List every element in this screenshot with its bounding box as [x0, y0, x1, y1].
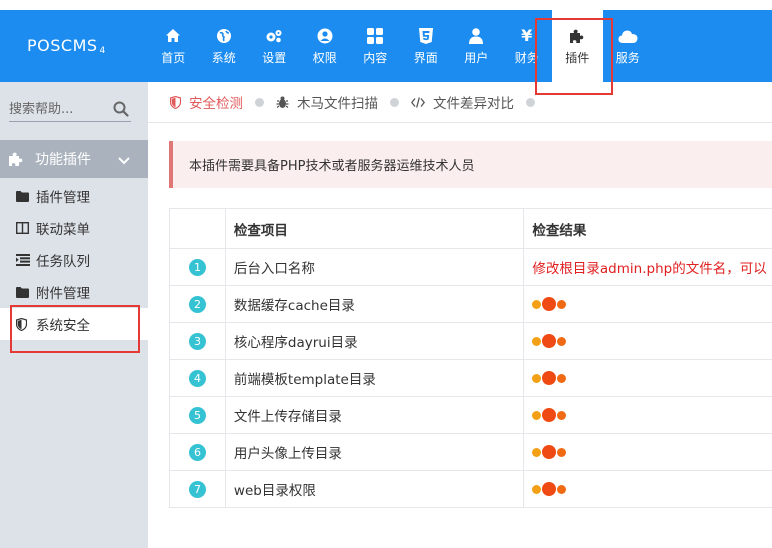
- highlight-box-nav: [535, 18, 613, 95]
- nav-settings[interactable]: 设置: [249, 10, 300, 82]
- header-num-cell: [170, 209, 226, 248]
- sidebar-item-label: 任务队列: [36, 254, 90, 270]
- chevron-down-icon: [118, 153, 130, 169]
- loading-spinner-icon: [532, 334, 567, 348]
- check-item: 后台入口名称: [226, 249, 525, 285]
- folder-icon: [16, 190, 30, 202]
- search-icon[interactable]: [113, 101, 129, 121]
- tab-label: 安全检测: [189, 96, 243, 112]
- cogs-icon: [264, 27, 284, 45]
- nav-system[interactable]: 系统: [199, 10, 250, 82]
- app-logo[interactable]: POSCMS 4: [27, 36, 106, 56]
- tab-bar: 安全检测 木马文件扫描 文件差异对比: [148, 82, 772, 123]
- sidebar-item-attachments[interactable]: 附件管理: [0, 276, 148, 308]
- loading-spinner-icon: [532, 445, 567, 459]
- check-result: [524, 286, 772, 322]
- user-icon: [466, 27, 486, 45]
- table-header: 检查项目 检查结果: [170, 209, 772, 249]
- loading-spinner-icon: [532, 297, 567, 311]
- columns-icon: [16, 222, 30, 234]
- table-row: 1 后台入口名称 修改根目录admin.php的文件名，可以: [170, 249, 772, 286]
- table-row: 3 核心程序dayrui目录: [170, 323, 772, 360]
- check-result: 修改根目录admin.php的文件名，可以: [532, 261, 767, 277]
- sidebar-item-plugin-manage[interactable]: 插件管理: [0, 180, 148, 212]
- nav-home[interactable]: 首页: [148, 10, 199, 82]
- row-number-badge: 4: [188, 369, 206, 387]
- sidebar-item-label: 附件管理: [36, 286, 90, 302]
- highlight-box-sidebar: [10, 305, 140, 353]
- sidebar-item-label: 联动菜单: [36, 222, 90, 238]
- loading-spinner-icon: [532, 482, 567, 496]
- html5-icon: [416, 27, 436, 45]
- tab-separator: [255, 97, 264, 107]
- row-number-badge: 6: [188, 443, 206, 461]
- check-item: 文件上传存储目录: [226, 397, 525, 433]
- sidebar-group-label: 功能插件: [35, 152, 91, 168]
- grid-icon: [365, 27, 385, 45]
- top-header: POSCMS 4 首页 系统 设置 权限 内容 界面 用户 ¥ 财务 插件 服务: [0, 0, 772, 82]
- tab-label: 文件差异对比: [433, 96, 514, 112]
- check-result: [524, 471, 772, 507]
- shield-icon: [170, 95, 181, 109]
- row-number-badge: 5: [188, 406, 206, 424]
- header-result: 检查结果: [532, 222, 587, 239]
- check-item: 用户头像上传目录: [226, 434, 525, 470]
- row-number-badge: 1: [188, 258, 206, 276]
- sidebar-item-label: 插件管理: [36, 190, 90, 206]
- check-item: 数据缓存cache目录: [226, 286, 525, 322]
- alert-note: 本插件需要具备PHP技术或者服务器运维技术人员: [169, 141, 772, 188]
- globe-icon: [214, 27, 234, 45]
- user-circle-icon: [315, 27, 335, 45]
- bug-icon: [276, 96, 289, 109]
- check-result: [524, 434, 772, 470]
- home-icon: [163, 27, 183, 45]
- table-row: 4 前端模板template目录: [170, 360, 772, 397]
- check-item: web目录权限: [226, 471, 525, 507]
- loading-spinner-icon: [532, 408, 567, 422]
- header-item: 检查项目: [226, 209, 525, 248]
- tab-security-check[interactable]: 安全检测: [170, 92, 243, 112]
- tab-file-diff[interactable]: 文件差异对比: [411, 92, 514, 112]
- nav-permissions[interactable]: 权限: [300, 10, 351, 82]
- table-row: 6 用户头像上传目录: [170, 434, 772, 471]
- search-box: [9, 98, 131, 122]
- folder-icon: [16, 286, 30, 298]
- check-result: [524, 397, 772, 433]
- search-input[interactable]: [9, 98, 104, 120]
- check-table: 检查项目 检查结果 1 后台入口名称 修改根目录admin.php的文件名，可以…: [169, 208, 772, 508]
- alert-text: 本插件需要具备PHP技术或者服务器运维技术人员: [189, 159, 475, 174]
- cloud-icon: [618, 27, 638, 45]
- row-number-badge: 2: [188, 295, 206, 313]
- nav-interface[interactable]: 界面: [401, 10, 452, 82]
- puzzle-icon: [8, 151, 24, 167]
- list-icon: [16, 254, 30, 266]
- row-number-badge: 7: [188, 480, 206, 498]
- row-number-badge: 3: [188, 332, 206, 350]
- nav-content[interactable]: 内容: [350, 10, 401, 82]
- sidebar-item-linkage-menu[interactable]: 联动菜单: [0, 212, 148, 244]
- loading-spinner-icon: [532, 371, 567, 385]
- code-icon: [411, 96, 425, 108]
- check-item: 核心程序dayrui目录: [226, 323, 525, 359]
- check-result: [524, 360, 772, 396]
- check-result: [524, 323, 772, 359]
- tab-label: 木马文件扫描: [297, 96, 378, 112]
- sidebar-item-task-queue[interactable]: 任务队列: [0, 244, 148, 276]
- sidebar-group-header[interactable]: 功能插件: [0, 140, 148, 178]
- table-row: 2 数据缓存cache目录: [170, 286, 772, 323]
- table-row: 5 文件上传存储目录: [170, 397, 772, 434]
- nav-users[interactable]: 用户: [451, 10, 502, 82]
- tab-separator: [526, 97, 535, 107]
- yen-icon: ¥: [521, 26, 533, 45]
- tab-trojan-scan[interactable]: 木马文件扫描: [276, 92, 378, 112]
- tab-separator: [390, 97, 399, 107]
- check-item: 前端模板template目录: [226, 360, 525, 396]
- table-row: 7 web目录权限: [170, 471, 772, 508]
